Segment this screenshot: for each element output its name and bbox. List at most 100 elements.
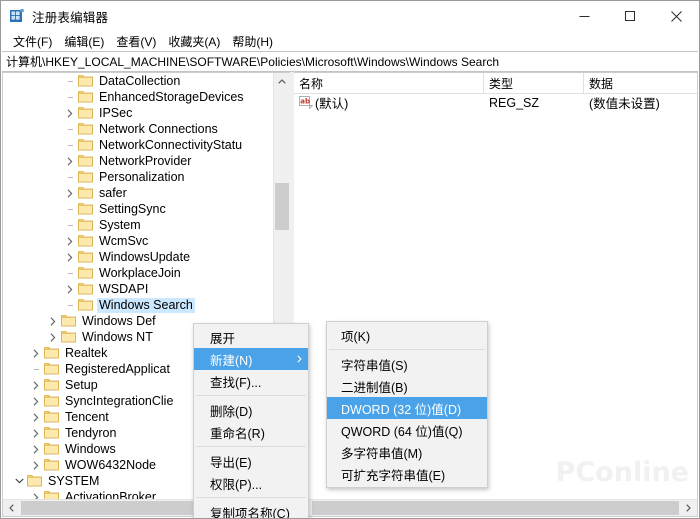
tree-item-label: WorkplaceJoin bbox=[99, 265, 181, 280]
values-horizontal-scrollbar[interactable] bbox=[294, 499, 697, 516]
tree-connector bbox=[62, 73, 78, 89]
tree-item-wsdapi[interactable]: WSDAPI bbox=[3, 281, 273, 297]
folder-icon bbox=[44, 426, 59, 440]
chevron-right-icon[interactable] bbox=[28, 489, 44, 499]
tree-item-personalization[interactable]: Personalization bbox=[3, 169, 273, 185]
folder-icon bbox=[44, 458, 59, 472]
ctx-copy-key-name[interactable]: 复制项名称(C) bbox=[194, 501, 308, 519]
folder-icon bbox=[78, 90, 93, 104]
values-hscroll-thumb[interactable] bbox=[312, 501, 679, 515]
tree-item-enhancedstoragedevices[interactable]: EnhancedStorageDevices bbox=[3, 89, 273, 105]
title-bar: 注册表编辑器 bbox=[1, 1, 699, 31]
chevron-right-icon[interactable] bbox=[62, 153, 78, 169]
chevron-right-icon[interactable] bbox=[28, 409, 44, 425]
submenu-qword-value[interactable]: QWORD (64 位)值(Q) bbox=[327, 419, 487, 441]
chevron-right-icon[interactable] bbox=[45, 329, 61, 345]
tree-item-label: Tencent bbox=[65, 409, 109, 424]
tree-scroll-thumb[interactable] bbox=[275, 183, 289, 230]
value-name-cell: ab (默认) bbox=[294, 93, 484, 112]
tree-item-wcmsvc[interactable]: WcmSvc bbox=[3, 233, 273, 249]
tree-item-datacollection[interactable]: DataCollection bbox=[3, 73, 273, 89]
tree-connector bbox=[62, 137, 78, 153]
menu-edit[interactable]: 编辑(E) bbox=[58, 32, 110, 51]
tree-item-label: Personalization bbox=[99, 169, 185, 184]
chevron-down-icon[interactable] bbox=[11, 473, 27, 489]
chevron-right-icon[interactable] bbox=[62, 185, 78, 201]
scroll-left-arrow[interactable] bbox=[3, 500, 20, 516]
tree-item-label: System bbox=[99, 217, 141, 232]
chevron-right-icon[interactable] bbox=[62, 233, 78, 249]
context-menu[interactable]: 展开 新建(N) 查找(F)... 删除(D) 重命名(R) 导出(E) 权限(P)... 复… bbox=[193, 323, 309, 519]
submenu-key[interactable]: 项(K) bbox=[327, 324, 487, 346]
new-submenu[interactable]: 项(K) 字符串值(S) 二进制值(B) DWORD (32 位)值(D) QWORD … bbox=[326, 321, 488, 488]
tree-item-label: Windows Def bbox=[82, 313, 156, 328]
chevron-right-icon[interactable] bbox=[28, 393, 44, 409]
column-name[interactable]: 名称 bbox=[294, 73, 484, 93]
chevron-right-icon[interactable] bbox=[28, 425, 44, 441]
minimize-button[interactable] bbox=[561, 1, 607, 31]
svg-text:ab: ab bbox=[300, 97, 310, 105]
ctx-rename[interactable]: 重命名(R) bbox=[194, 421, 308, 443]
tree-item-label: DataCollection bbox=[99, 73, 181, 88]
submenu-dword-value[interactable]: DWORD (32 位)值(D) bbox=[327, 397, 487, 419]
tree-item-label: Windows Search bbox=[97, 297, 195, 313]
menu-file[interactable]: 文件(F) bbox=[7, 32, 58, 51]
tree-connector bbox=[62, 121, 78, 137]
chevron-right-icon[interactable] bbox=[28, 345, 44, 361]
submenu-string-value[interactable]: 字符串值(S) bbox=[327, 353, 487, 375]
folder-icon bbox=[78, 138, 93, 152]
folder-icon bbox=[78, 282, 93, 296]
menu-help[interactable]: 帮助(H) bbox=[226, 32, 279, 51]
tree-item-safer[interactable]: safer bbox=[3, 185, 273, 201]
chevron-right-icon[interactable] bbox=[62, 105, 78, 121]
maximize-button[interactable] bbox=[607, 1, 653, 31]
tree-connector bbox=[28, 361, 44, 377]
chevron-right-icon[interactable] bbox=[62, 249, 78, 265]
menu-view[interactable]: 查看(V) bbox=[110, 32, 162, 51]
tree-hscroll-thumb[interactable] bbox=[21, 501, 196, 515]
tree-connector bbox=[62, 297, 78, 313]
chevron-right-icon[interactable] bbox=[28, 377, 44, 393]
submenu-multi-string[interactable]: 多字符串值(M) bbox=[327, 441, 487, 463]
menu-item-label: 二进制值(B) bbox=[341, 380, 408, 395]
value-data-cell: (数值未设置) bbox=[589, 97, 660, 111]
close-button[interactable] bbox=[653, 1, 699, 31]
menu-item-label: 项(K) bbox=[341, 329, 371, 344]
tree-item-settingsync[interactable]: SettingSync bbox=[3, 201, 273, 217]
tree-item-network-connections[interactable]: Network Connections bbox=[3, 121, 273, 137]
tree-item-networkconnectivitystatu[interactable]: NetworkConnectivityStatu bbox=[3, 137, 273, 153]
ctx-delete[interactable]: 删除(D) bbox=[194, 399, 308, 421]
submenu-binary-value[interactable]: 二进制值(B) bbox=[327, 375, 487, 397]
tree-item-system[interactable]: System bbox=[3, 217, 273, 233]
ctx-find[interactable]: 查找(F)... bbox=[194, 370, 308, 392]
menu-favorites[interactable]: 收藏夹(A) bbox=[162, 32, 226, 51]
chevron-right-icon[interactable] bbox=[28, 457, 44, 473]
tree-item-label: Tendyron bbox=[65, 425, 117, 440]
tree-item-label: EnhancedStorageDevices bbox=[99, 89, 244, 104]
tree-item-ipsec[interactable]: IPSec bbox=[3, 105, 273, 121]
menu-bar: 文件(F) 编辑(E) 查看(V) 收藏夹(A) 帮助(H) bbox=[1, 31, 699, 51]
folder-icon bbox=[78, 202, 93, 216]
chevron-right-icon[interactable] bbox=[62, 281, 78, 297]
submenu-expandable-string[interactable]: 可扩充字符串值(E) bbox=[327, 463, 487, 485]
column-type[interactable]: 类型 bbox=[484, 73, 584, 93]
column-data[interactable]: 数据 bbox=[584, 73, 697, 93]
tree-item-label: SyncIntegrationClie bbox=[65, 393, 174, 408]
tree-item-windowsupdate[interactable]: WindowsUpdate bbox=[3, 249, 273, 265]
tree-item-windows-search[interactable]: Windows Search bbox=[3, 297, 273, 313]
ctx-permissions[interactable]: 权限(P)... bbox=[194, 472, 308, 494]
tree-item-label: WOW6432Node bbox=[65, 457, 157, 472]
ctx-export[interactable]: 导出(E) bbox=[194, 450, 308, 472]
chevron-right-icon[interactable] bbox=[28, 441, 44, 457]
tree-item-label: Network Connections bbox=[99, 121, 218, 136]
values-scroll-right-arrow[interactable] bbox=[680, 500, 697, 516]
address-bar[interactable]: 计算机\HKEY_LOCAL_MACHINE\SOFTWARE\Policies… bbox=[2, 51, 698, 72]
tree-item-workplacejoin[interactable]: WorkplaceJoin bbox=[3, 265, 273, 281]
ctx-expand[interactable]: 展开 bbox=[194, 326, 308, 348]
value-row[interactable]: ab (默认) REG_SZ (数值未设置) bbox=[294, 93, 697, 112]
ctx-new[interactable]: 新建(N) bbox=[194, 348, 308, 370]
scroll-up-arrow[interactable] bbox=[274, 73, 290, 90]
tree-item-networkprovider[interactable]: NetworkProvider bbox=[3, 153, 273, 169]
tree-connector bbox=[62, 217, 78, 233]
chevron-right-icon[interactable] bbox=[45, 313, 61, 329]
